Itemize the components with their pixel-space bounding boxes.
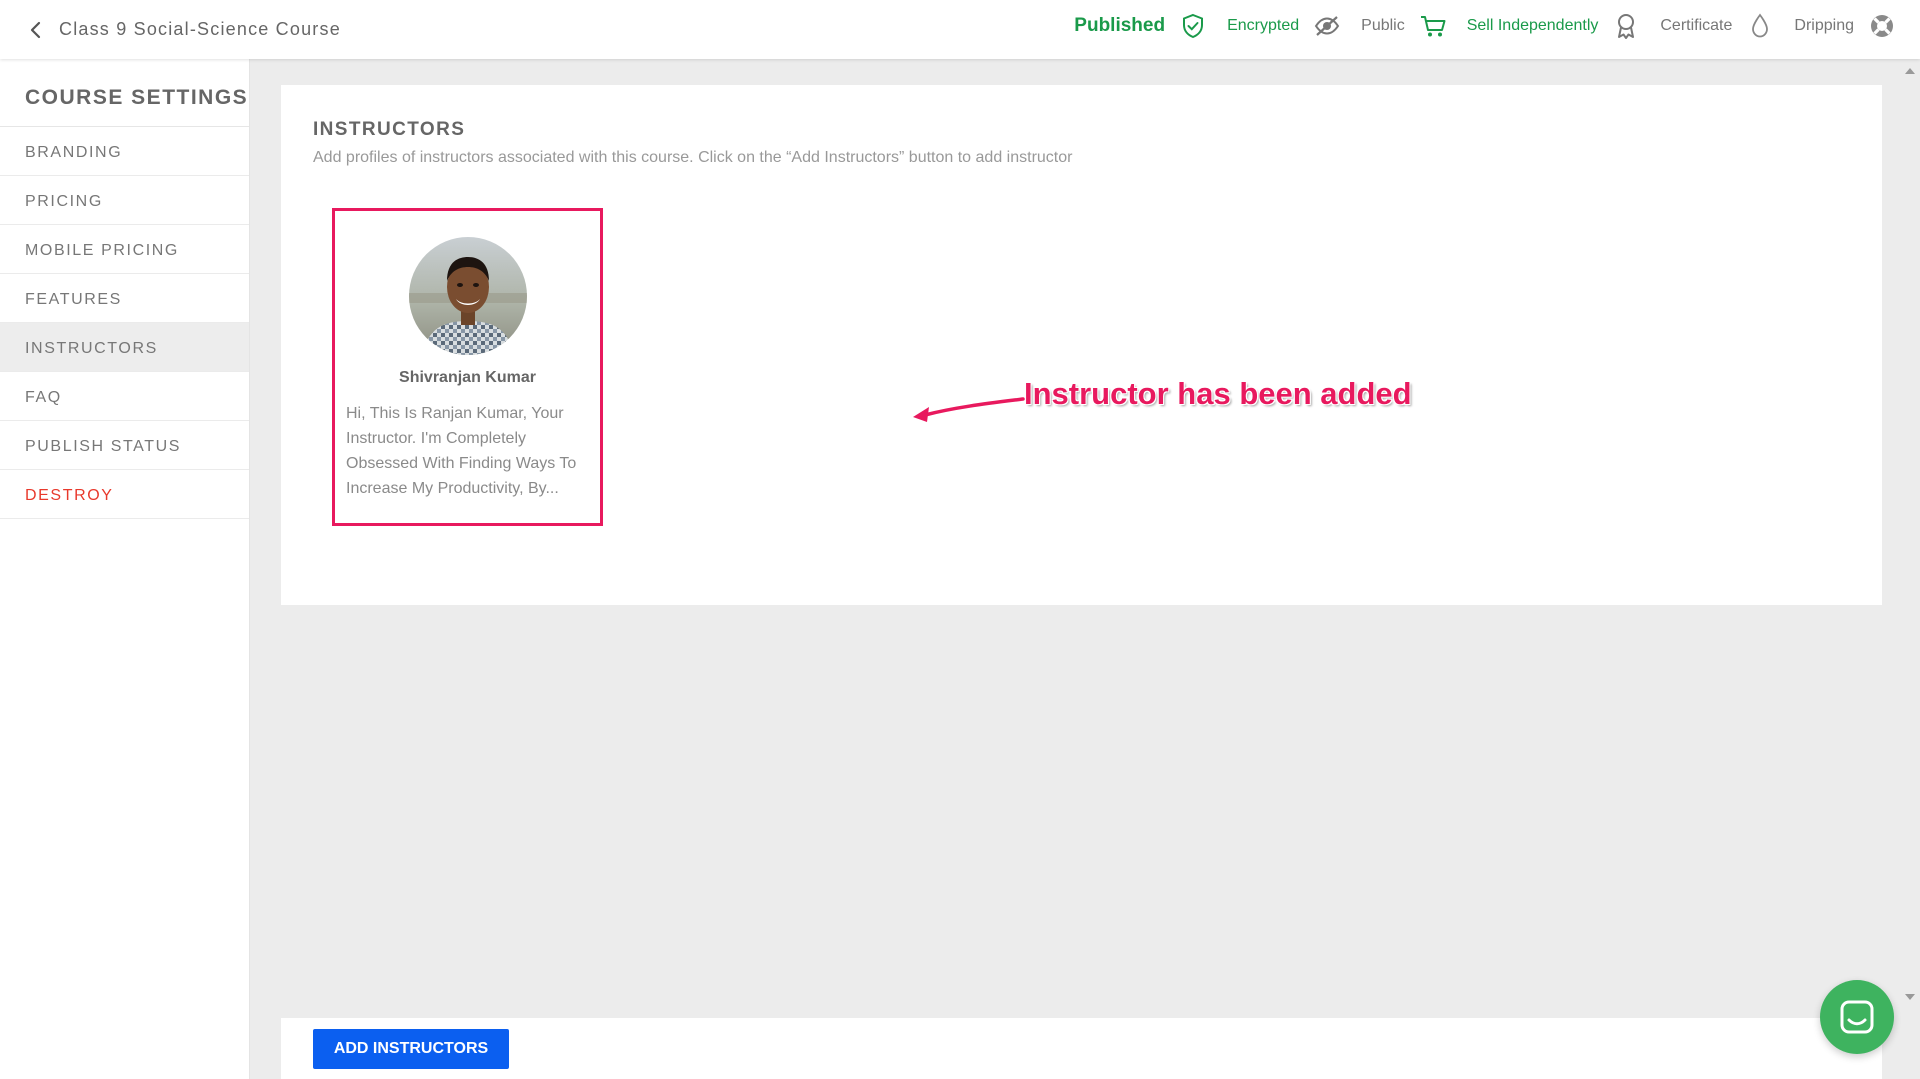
cart-icon xyxy=(1420,16,1446,37)
sidebar-item-instructors[interactable]: INSTRUCTORS xyxy=(0,323,249,372)
status-sell-independently-label: Sell Independently xyxy=(1466,17,1599,34)
footer-bar: ADD INSTRUCTORS xyxy=(281,1018,1882,1079)
eye-slash-icon xyxy=(1314,16,1340,36)
status-published-label: Published xyxy=(1074,15,1166,36)
instructors-panel: INSTRUCTORS Add profiles of instructors … xyxy=(281,85,1882,605)
status-encrypted[interactable]: Encrypted xyxy=(1227,12,1341,40)
sidebar-item-publish-status[interactable]: PUBLISH STATUS xyxy=(0,421,249,470)
award-ribbon-icon xyxy=(1618,14,1635,39)
sidebar-item-faq[interactable]: FAQ xyxy=(0,372,249,421)
course-title: Class 9 Social-Science Course xyxy=(59,19,341,39)
section-title: INSTRUCTORS xyxy=(313,119,466,140)
annotation-label: Instructor has been added xyxy=(1024,376,1412,411)
sidebar-item-pricing[interactable]: PRICING xyxy=(0,176,249,225)
status-encrypted-label: Encrypted xyxy=(1227,17,1300,34)
status-dripping-label: Dripping xyxy=(1794,17,1854,34)
sidebar-item-mobile-pricing[interactable]: MOBILE PRICING xyxy=(0,225,249,274)
course-status-strip: Published Encrypted Public Sell Independ… xyxy=(1054,12,1896,40)
status-public-label: Public xyxy=(1361,17,1405,34)
status-certificate[interactable]: Certificate xyxy=(1660,12,1774,40)
instructor-bio: Hi, This Is Ranjan Kumar, Your Instructo… xyxy=(346,405,577,497)
top-bar: Class 9 Social-Science Course Published … xyxy=(0,0,1920,59)
sidebar-item-features[interactable]: FEATURES xyxy=(0,274,249,323)
sidebar-heading: COURSE SETTINGS xyxy=(0,59,249,127)
status-certificate-label: Certificate xyxy=(1660,17,1733,34)
add-instructors-button[interactable]: ADD INSTRUCTORS xyxy=(313,1029,509,1069)
instructor-name: Shivranjan Kumar xyxy=(399,369,536,386)
back-arrow-icon[interactable] xyxy=(26,20,46,40)
status-public[interactable]: Public xyxy=(1361,12,1447,40)
status-sell-independently[interactable]: Sell Independently xyxy=(1467,12,1641,40)
status-dripping[interactable]: Dripping xyxy=(1794,12,1896,40)
scroll-down-icon[interactable] xyxy=(1904,992,1916,1002)
chat-bubble-icon xyxy=(1840,1000,1874,1034)
scroll-up-icon[interactable] xyxy=(1904,66,1916,76)
sidebar-item-branding[interactable]: BRANDING xyxy=(0,127,249,176)
sidebar-item-destroy[interactable]: DESTROY xyxy=(0,470,249,519)
shield-check-icon xyxy=(1183,13,1204,39)
chat-launcher-button[interactable] xyxy=(1820,980,1894,1054)
instructor-card[interactable]: Shivranjan Kumar Hi, This Is Ranjan Kuma… xyxy=(332,208,603,526)
lifebuoy-icon xyxy=(1871,15,1893,37)
instructor-avatar xyxy=(409,237,527,355)
annotation-arrow-icon xyxy=(913,397,1025,422)
status-published[interactable]: Published xyxy=(1074,12,1207,40)
section-description: Add profiles of instructors associated w… xyxy=(313,149,1073,166)
settings-sidebar: COURSE SETTINGS BRANDING PRICING MOBILE … xyxy=(0,59,250,1079)
drop-icon xyxy=(1752,13,1769,38)
